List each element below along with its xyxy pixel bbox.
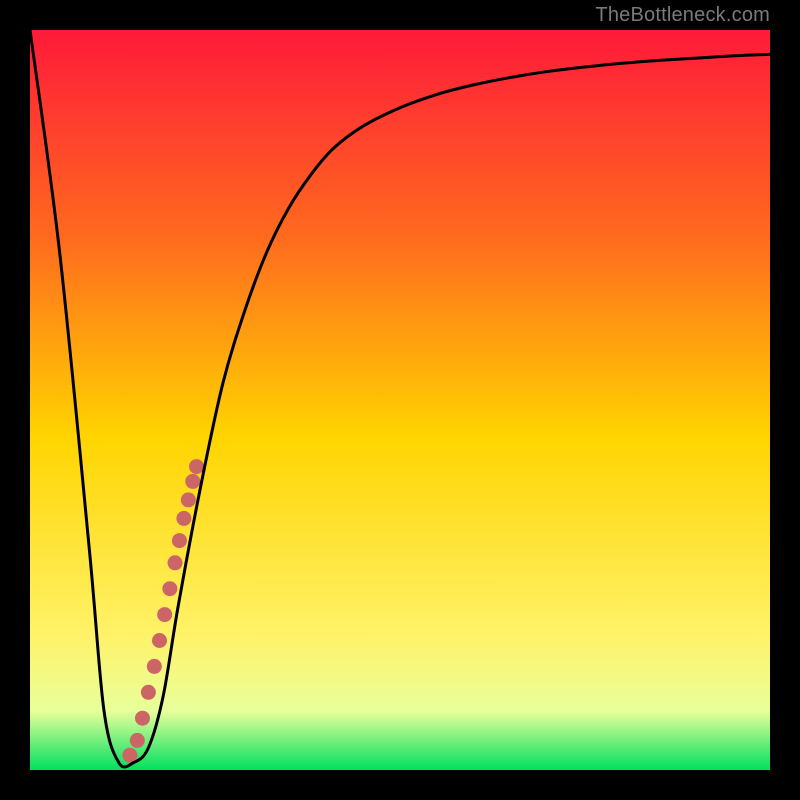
scatter-dot	[130, 733, 145, 748]
scatter-dot	[157, 607, 172, 622]
scatter-dot	[181, 492, 196, 507]
chart-frame: TheBottleneck.com	[0, 0, 800, 800]
scatter-dot	[152, 633, 167, 648]
scatter-dot	[189, 459, 204, 474]
chart-plot	[30, 30, 770, 770]
scatter-dot	[147, 659, 162, 674]
scatter-dot	[135, 711, 150, 726]
attribution-text: TheBottleneck.com	[595, 4, 770, 27]
scatter-dot	[172, 533, 187, 548]
gradient-background	[30, 30, 770, 770]
scatter-dot	[168, 555, 183, 570]
scatter-dot	[176, 511, 191, 526]
scatter-dot	[162, 581, 177, 596]
scatter-dot	[185, 474, 200, 489]
scatter-dot	[141, 685, 156, 700]
